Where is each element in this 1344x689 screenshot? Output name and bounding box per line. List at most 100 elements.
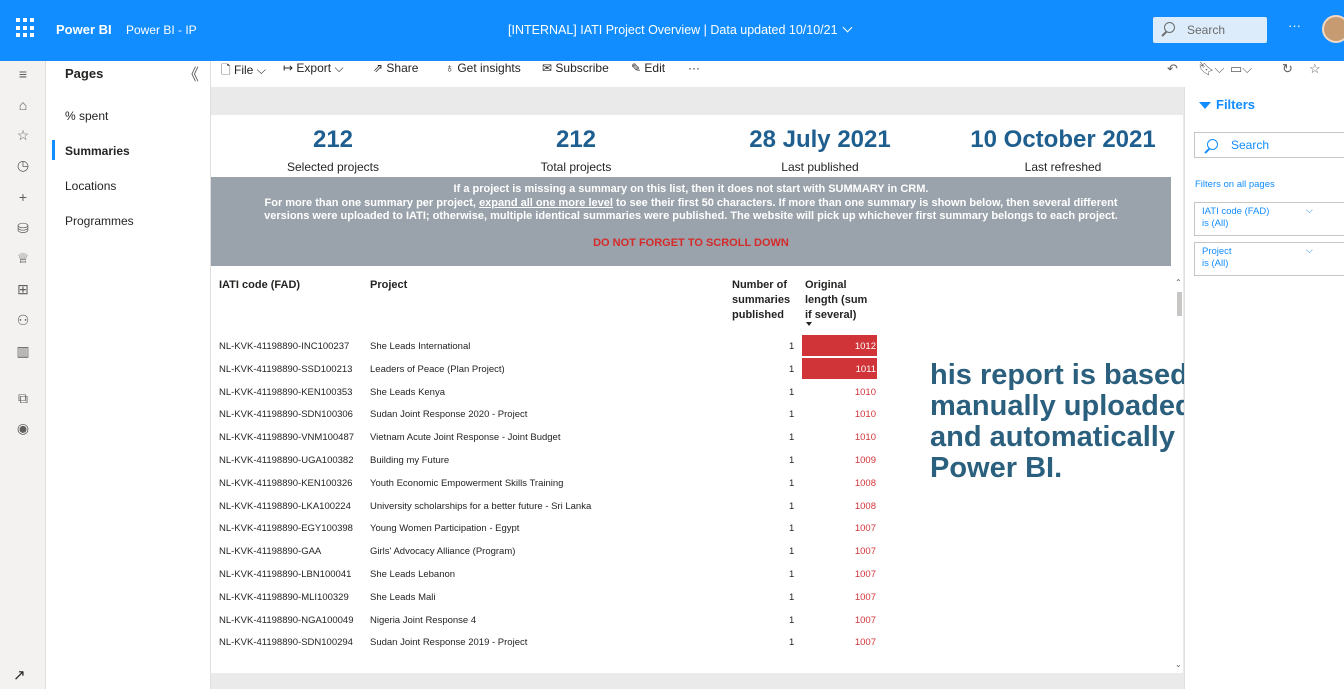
recent-icon[interactable]: ◷: [13, 155, 33, 175]
datasets-icon[interactable]: ⛁: [13, 218, 33, 238]
undo-icon[interactable]: ↶: [1167, 61, 1178, 77]
notice-line-2-post: to see their first 50 characters. If mor…: [612, 196, 1118, 209]
filter-card-name: Project: [1202, 246, 1232, 257]
table-row[interactable]: NL-KVK-41198890-SDN100294 Sudan Joint Res…: [211, 631, 879, 653]
col-header-count[interactable]: Number of summaries published: [732, 278, 790, 323]
filters-search-input[interactable]: Search: [1194, 132, 1344, 158]
chevron-down-icon: [842, 22, 853, 33]
subscribe-button[interactable]: ✉ Subscribe: [542, 61, 609, 75]
avatar[interactable]: [1322, 15, 1344, 43]
notice-banner: If a project is missing a summary on thi…: [211, 177, 1171, 266]
page-item-programmes[interactable]: Programmes: [65, 214, 134, 228]
expand-arrow-icon[interactable]: ↗: [13, 666, 26, 684]
view-icon[interactable]: ▭⌵: [1230, 61, 1252, 77]
filter-card-state: is (All): [1202, 257, 1229, 269]
report-title-menu[interactable]: [INTERNAL] IATI Project Overview | Data …: [508, 22, 853, 37]
cell-count: 1: [789, 409, 795, 421]
page-item-locations[interactable]: Locations: [65, 179, 116, 193]
table-row[interactable]: NL-KVK-41198890-EGY100398 Young Women Par…: [211, 517, 879, 539]
brand-name[interactable]: Power BI: [56, 22, 112, 37]
get-insights-label: Get insights: [457, 61, 521, 75]
cell-count: 1: [789, 455, 795, 466]
file-menu[interactable]: 🗋 File ⌵: [221, 61, 266, 82]
share-icon: ⇗: [373, 61, 384, 75]
table-row[interactable]: NL-KVK-41198890-UGA100382 Building my Fut…: [211, 449, 879, 471]
workspace-name[interactable]: Power BI - IP: [126, 23, 197, 37]
export-menu[interactable]: ↦ Export ⌵: [283, 61, 344, 76]
page-item-summaries[interactable]: Summaries: [65, 144, 130, 158]
cell-length: 1012: [854, 341, 876, 352]
col-header-length-l1: Original: [805, 279, 847, 291]
chevron-down-icon[interactable]: ⌵: [1306, 205, 1313, 217]
cell-length: 1010: [854, 409, 876, 421]
filter-icon: [1199, 102, 1211, 110]
cell-project: Sudan Joint Response 2020 - Project: [370, 409, 528, 421]
notice-line-2: For more than one summary per project, e…: [211, 197, 1171, 211]
scroll-down-icon[interactable]: ⌄: [1175, 660, 1182, 669]
share-button[interactable]: ⇗ Share: [373, 61, 418, 75]
col-header-count-l1: Number of: [732, 279, 787, 291]
page-item-spent[interactable]: % spent: [65, 109, 108, 123]
cell-code: NL-KVK-41198890-VNM100487: [219, 432, 355, 444]
cell-length: 1007: [854, 523, 876, 535]
table-row[interactable]: NL-KVK-41198890-SSD100213 Leaders of Peac…: [211, 357, 879, 380]
home-icon[interactable]: ⌂: [13, 95, 33, 115]
cell-code: NL-KVK-41198890-UGA100382: [219, 455, 354, 466]
workspaces-icon[interactable]: ⧉: [13, 388, 33, 408]
table-row[interactable]: NL-KVK-41198890-KEN100326 Youth Economic …: [211, 472, 879, 494]
global-search-input[interactable]: Search: [1153, 17, 1267, 43]
kpi-last-published-value: 28 July 2021: [749, 126, 891, 153]
favorite-star-icon[interactable]: ☆: [1309, 61, 1321, 77]
create-icon[interactable]: +: [13, 187, 33, 207]
table-row[interactable]: NL-KVK-41198890-GAA Girls' Advocacy Allia…: [211, 540, 879, 562]
pages-title: Pages: [65, 66, 104, 81]
bookmark-icon[interactable]: 🔖︎⌵: [1198, 61, 1224, 77]
filters-title[interactable]: Filters: [1199, 97, 1255, 112]
favorites-icon[interactable]: ☆: [13, 125, 33, 145]
apps-icon[interactable]: ⊞: [13, 279, 33, 299]
pages-pane: Pages 《 % spent Summaries Locations Prog…: [46, 61, 211, 689]
cell-code: NL-KVK-41198890-KEN100326: [219, 477, 353, 489]
more-options-button[interactable]: ···: [1288, 18, 1301, 33]
app-launcher-icon[interactable]: [16, 18, 36, 38]
collapse-icon[interactable]: 《: [183, 61, 199, 85]
table-row[interactable]: NL-KVK-41198890-VNM100487 Vietnam Acute J…: [211, 426, 879, 448]
scroll-thumb[interactable]: [1177, 292, 1182, 316]
cell-count: 1: [789, 432, 795, 444]
scroll-up-icon[interactable]: ⌃: [1175, 278, 1182, 287]
table-row[interactable]: NL-KVK-41198890-LKA100224 University scho…: [211, 495, 879, 517]
kpi-selected-projects-value: 212: [312, 126, 354, 153]
table-row[interactable]: NL-KVK-41198890-NGA100049 Nigeria Joint R…: [211, 609, 879, 631]
filters-pane: Filters Search Filters on all pages IATI…: [1184, 87, 1344, 689]
filters-search-placeholder: Search: [1231, 138, 1270, 152]
cell-project: Vietnam Acute Joint Response - Joint Bud…: [370, 432, 561, 444]
workspace-avatar-icon[interactable]: ◉: [13, 418, 33, 438]
cell-length: 1007: [854, 637, 876, 649]
toolbar-more-button[interactable]: ···: [688, 61, 700, 75]
refresh-icon[interactable]: ↻: [1282, 61, 1293, 77]
shared-icon[interactable]: ⚇: [13, 310, 33, 330]
cell-code: NL-KVK-41198890-SDN100294: [219, 637, 353, 649]
table-row[interactable]: NL-KVK-41198890-MLI100329 She Leads Mali 1…: [211, 586, 879, 608]
hamburger-icon[interactable]: ≡: [13, 64, 33, 84]
table-row[interactable]: NL-KVK-41198890-SDN100306 Sudan Joint Res…: [211, 403, 879, 425]
col-header-code[interactable]: IATI code (FAD): [219, 278, 300, 293]
cell-code: NL-KVK-41198890-LBN100041: [219, 569, 352, 580]
table-row[interactable]: NL-KVK-41198890-INC100237 She Leads Inter…: [211, 335, 879, 357]
cell-project: Nigeria Joint Response 4: [370, 614, 477, 626]
table-row[interactable]: NL-KVK-41198890-KEN100353 She Leads Kenya…: [211, 381, 879, 403]
get-insights-button[interactable]: ♁ Get insights: [445, 61, 521, 75]
chevron-down-icon[interactable]: ⌵: [1306, 245, 1313, 257]
goals-icon[interactable]: ♕: [13, 248, 33, 268]
filter-card-project[interactable]: Project is (All) ⌵: [1194, 242, 1344, 276]
col-header-length[interactable]: Original length (sum if several): [805, 278, 867, 323]
file-label: File: [234, 63, 254, 77]
table-row[interactable]: NL-KVK-41198890-LBN100041 She Leads Leban…: [211, 563, 879, 585]
cell-length: 1007: [854, 569, 876, 580]
notice-line-1: If a project is missing a summary on thi…: [453, 183, 929, 195]
col-header-project[interactable]: Project: [370, 278, 407, 293]
learn-icon[interactable]: ▥: [13, 341, 33, 361]
filter-card-iati-code[interactable]: IATI code (FAD) is (All) ⌵: [1194, 202, 1344, 236]
edit-button[interactable]: ✎ Edit: [631, 61, 665, 75]
kpi-last-refreshed-label: Last refreshed: [1024, 160, 1102, 174]
